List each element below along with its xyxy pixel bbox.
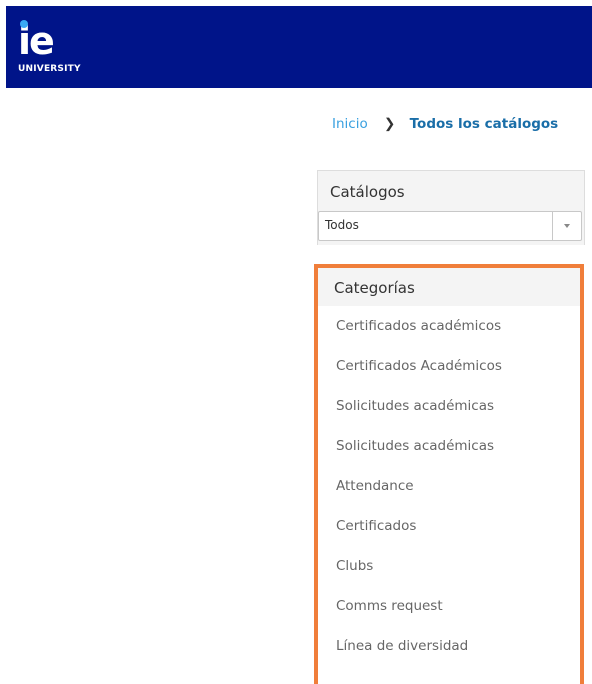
category-item[interactable]: Comms request: [318, 586, 580, 626]
category-item[interactable]: Attendance: [318, 466, 580, 506]
breadcrumb-home-link[interactable]: Inicio: [332, 116, 368, 132]
ie-university-logo[interactable]: ie UNIVERSITY: [18, 20, 98, 80]
catalog-select[interactable]: Todos: [318, 211, 582, 241]
chevron-down-icon: [564, 224, 570, 228]
select-dropdown-button[interactable]: [552, 212, 581, 240]
catalogs-panel: Catálogos Todos: [317, 170, 585, 245]
categories-panel: Categorías Certificados académicos Certi…: [314, 264, 584, 684]
category-item[interactable]: Certificados: [318, 506, 580, 546]
category-list: Certificados académicos Certificados Aca…: [318, 306, 580, 666]
category-item[interactable]: Certificados Académicos: [318, 346, 580, 386]
logo-text: UNIVERSITY: [18, 64, 81, 74]
category-item[interactable]: Certificados académicos: [318, 306, 580, 346]
catalogs-title: Catálogos: [330, 183, 405, 201]
category-item[interactable]: Clubs: [318, 546, 580, 586]
categories-title: Categorías: [334, 279, 415, 297]
breadcrumb-current: Todos los catálogos: [409, 116, 559, 132]
chevron-right-icon: ❯: [384, 116, 396, 132]
catalog-select-value: Todos: [325, 218, 359, 232]
category-item[interactable]: Solicitudes académicas: [318, 426, 580, 466]
category-item[interactable]: Línea de diversidad: [318, 626, 580, 666]
category-item[interactable]: Solicitudes académicas: [318, 386, 580, 426]
breadcrumb: Inicio ❯ Todos los catálogos: [332, 113, 558, 135]
top-header-bar: ie UNIVERSITY: [6, 6, 592, 88]
logo-dot-icon: [20, 20, 28, 28]
categories-header: Categorías: [318, 268, 580, 306]
